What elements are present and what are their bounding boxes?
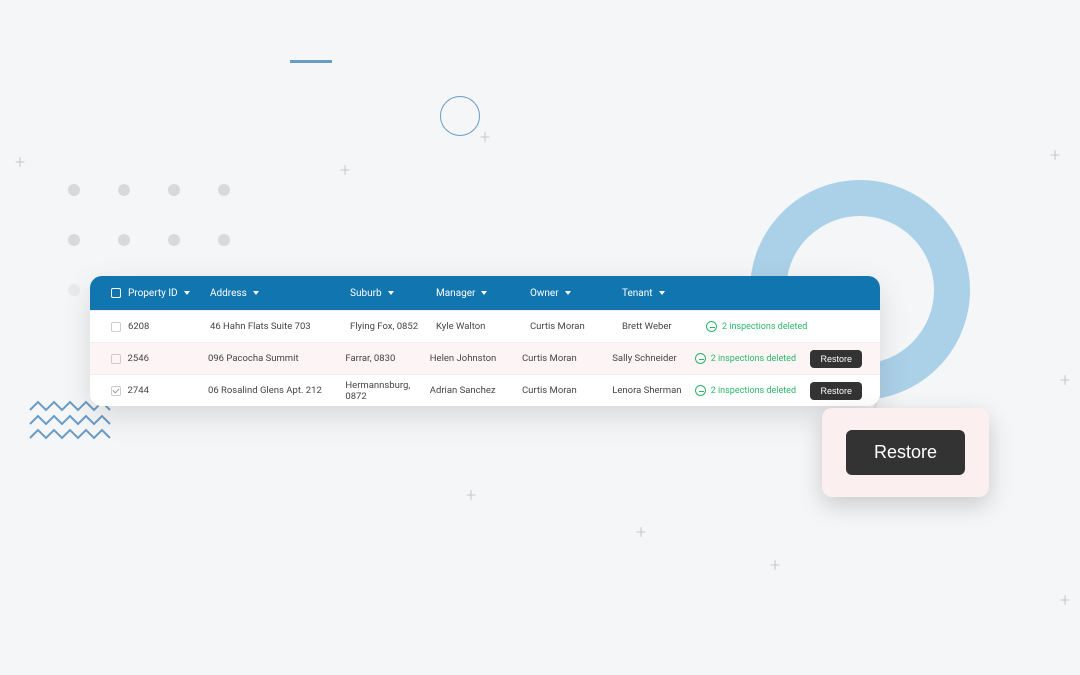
- deleted-icon: [695, 353, 706, 364]
- sort-icon: [253, 291, 259, 295]
- status-text: 2 inspections deleted: [711, 386, 796, 396]
- header-label: Suburb: [350, 288, 382, 299]
- cell-property-id: 2546: [128, 353, 208, 364]
- header-label: Manager: [436, 288, 475, 299]
- cell-address: 46 Hahn Flats Suite 703: [210, 321, 350, 332]
- table-header-row: Property ID Address Suburb Manager Owner…: [90, 276, 880, 310]
- cell-suburb: Hermannsburg, 0872: [345, 380, 429, 402]
- restore-button[interactable]: Restore: [846, 430, 965, 475]
- cell-address: 096 Pacocha Summit: [208, 353, 345, 364]
- cell-tenant: Sally Schneider: [612, 353, 694, 364]
- status-badge: 2 inspections deleted: [706, 321, 824, 332]
- cell-owner: Curtis Moran: [530, 321, 622, 332]
- cell-property-id: 2744: [128, 385, 208, 396]
- sort-icon: [388, 291, 394, 295]
- table-body: 620846 Hahn Flats Suite 703Flying Fox, 0…: [90, 310, 880, 406]
- restore-button[interactable]: Restore: [810, 382, 862, 400]
- cell-manager: Helen Johnston: [430, 353, 522, 364]
- column-header-owner[interactable]: Owner: [530, 288, 622, 299]
- restore-button[interactable]: Restore: [810, 350, 862, 368]
- column-header-tenant[interactable]: Tenant: [622, 288, 706, 299]
- cell-tenant: Brett Weber: [622, 321, 706, 332]
- column-header-property-id[interactable]: Property ID: [128, 288, 210, 299]
- cell-manager: Adrian Sanchez: [430, 385, 522, 396]
- cell-address: 06 Rosalind Glens Apt. 212: [208, 385, 345, 396]
- column-header-manager[interactable]: Manager: [436, 288, 530, 299]
- deleted-icon: [706, 321, 717, 332]
- deleted-icon: [695, 385, 706, 396]
- status-text: 2 inspections deleted: [722, 322, 807, 332]
- table-row: 274406 Rosalind Glens Apt. 212Hermannsbu…: [90, 374, 880, 406]
- cell-owner: Curtis Moran: [522, 353, 612, 364]
- header-label: Tenant: [622, 288, 653, 299]
- row-checkbox[interactable]: [111, 354, 121, 364]
- select-all-checkbox[interactable]: [111, 288, 121, 298]
- cell-owner: Curtis Moran: [522, 385, 612, 396]
- table-row: 620846 Hahn Flats Suite 703Flying Fox, 0…: [90, 310, 880, 342]
- properties-table: Property ID Address Suburb Manager Owner…: [90, 276, 880, 406]
- sort-icon: [565, 291, 571, 295]
- restore-popout: Restore: [822, 408, 989, 497]
- status-badge: 2 inspections deleted: [695, 385, 811, 396]
- cell-suburb: Farrar, 0830: [345, 353, 429, 364]
- header-label: Address: [210, 288, 247, 299]
- header-label: Property ID: [128, 288, 178, 299]
- sort-icon: [184, 291, 190, 295]
- sort-icon: [659, 291, 665, 295]
- column-header-address[interactable]: Address: [210, 288, 350, 299]
- table-row: 2546096 Pacocha SummitFarrar, 0830Helen …: [90, 342, 880, 374]
- cell-property-id: 6208: [128, 321, 210, 332]
- cell-manager: Kyle Walton: [436, 321, 530, 332]
- status-text: 2 inspections deleted: [711, 354, 796, 364]
- header-label: Owner: [530, 288, 559, 299]
- row-checkbox[interactable]: [111, 386, 121, 396]
- status-badge: 2 inspections deleted: [695, 353, 811, 364]
- cell-tenant: Lenora Sherman: [612, 385, 694, 396]
- column-header-suburb[interactable]: Suburb: [350, 288, 436, 299]
- cell-suburb: Flying Fox, 0852: [350, 321, 436, 332]
- sort-icon: [481, 291, 487, 295]
- row-checkbox[interactable]: [111, 322, 121, 332]
